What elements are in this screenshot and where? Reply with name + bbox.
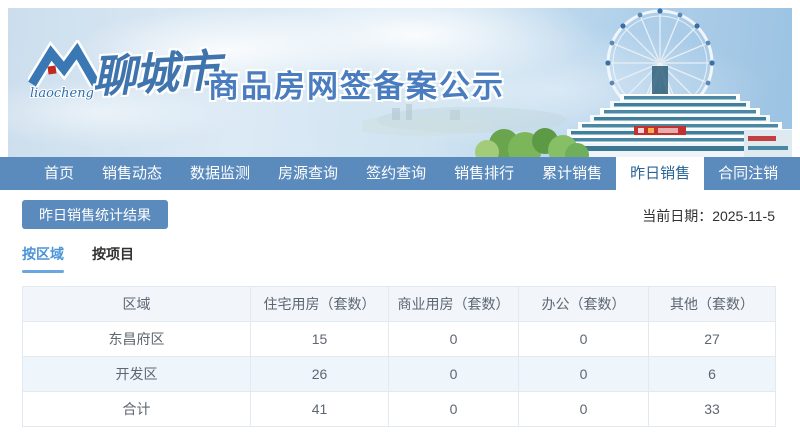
column-header-residential: 住宅用房（套数） <box>250 286 389 322</box>
column-header-commercial: 商业用房（套数） <box>388 286 519 322</box>
content-area: 昨日销售统计结果 当前日期：2025-11-5 按区域 按项目 区域 住宅用房（… <box>0 190 800 427</box>
current-date-value: 2025-11-5 <box>712 208 775 224</box>
tab-by-region[interactable]: 按区域 <box>22 244 64 273</box>
nav-item-home[interactable]: 首页 <box>30 157 88 190</box>
table-cell: 41 <box>250 391 389 427</box>
column-header-office: 办公（套数） <box>518 286 649 322</box>
table-cell: 6 <box>648 356 776 392</box>
table-cell: 0 <box>518 321 649 357</box>
table-cell: 27 <box>648 321 776 357</box>
table-cell: 合计 <box>22 391 251 427</box>
nav-item-sales-ranking[interactable]: 销售排行 <box>440 157 528 190</box>
current-date: 当前日期：2025-11-5 <box>642 206 775 226</box>
nav-item-sales-dynamics[interactable]: 销售动态 <box>88 157 176 190</box>
nav-item-signing-query[interactable]: 签约查询 <box>352 157 440 190</box>
table-header-row: 区域 住宅用房（套数） 商业用房（套数） 办公（套数） 其他（套数） <box>22 286 776 322</box>
nav-item-data-monitoring[interactable]: 数据监测 <box>176 157 264 190</box>
table-cell: 0 <box>518 391 649 427</box>
table-row-kaifaqu: 开发区 26 0 0 6 <box>22 356 776 392</box>
sales-by-region-table: 区域 住宅用房（套数） 商业用房（套数） 办公（套数） 其他（套数） 东昌府区 … <box>22 286 776 427</box>
view-tabs: 按区域 按项目 <box>22 244 800 273</box>
table-cell: 东昌府区 <box>22 321 251 357</box>
logo-script-text: liaocheng <box>30 86 94 101</box>
tab-by-project[interactable]: 按项目 <box>92 244 134 273</box>
table-cell: 开发区 <box>22 356 251 392</box>
liaocheng-logo-icon: liaocheng <box>28 40 100 102</box>
nav-item-contract-cancellation[interactable]: 合同注销 <box>704 157 792 190</box>
table-cell: 0 <box>388 356 519 392</box>
nav-item-yesterday-sales[interactable]: 昨日销售 <box>616 157 705 190</box>
page: liaocheng 聊城市 商品房网签备案公示 首页 销售动态 数据监测 房源查… <box>0 0 800 439</box>
yesterday-sales-results-button[interactable]: 昨日销售统计结果 <box>22 200 168 229</box>
nav-item-cumulative-sales[interactable]: 累计销售 <box>528 157 616 190</box>
table-cell: 26 <box>250 356 389 392</box>
table-cell: 0 <box>518 356 649 392</box>
current-date-label: 当前日期： <box>642 208 713 224</box>
nav-item-housing-query[interactable]: 房源查询 <box>264 157 352 190</box>
main-nav: 首页 销售动态 数据监测 房源查询 签约查询 销售排行 累计销售 昨日销售 合同… <box>0 157 800 190</box>
column-header-other: 其他（套数） <box>648 286 776 322</box>
table-row-dongchangfu: 东昌府区 15 0 0 27 <box>22 321 776 357</box>
building-icon <box>552 66 792 157</box>
banner: liaocheng 聊城市 商品房网签备案公示 <box>8 8 792 157</box>
table-cell: 33 <box>648 391 776 427</box>
table-cell: 0 <box>388 391 519 427</box>
table-cell: 15 <box>250 321 389 357</box>
site-brand-calligraphy: 聊城市 <box>90 45 220 104</box>
column-header-region: 区域 <box>22 286 251 322</box>
table-row-total: 合计 41 0 0 33 <box>22 391 776 427</box>
table-cell: 0 <box>388 321 519 357</box>
ferris-wheel-cityscape-illustration <box>362 8 792 157</box>
